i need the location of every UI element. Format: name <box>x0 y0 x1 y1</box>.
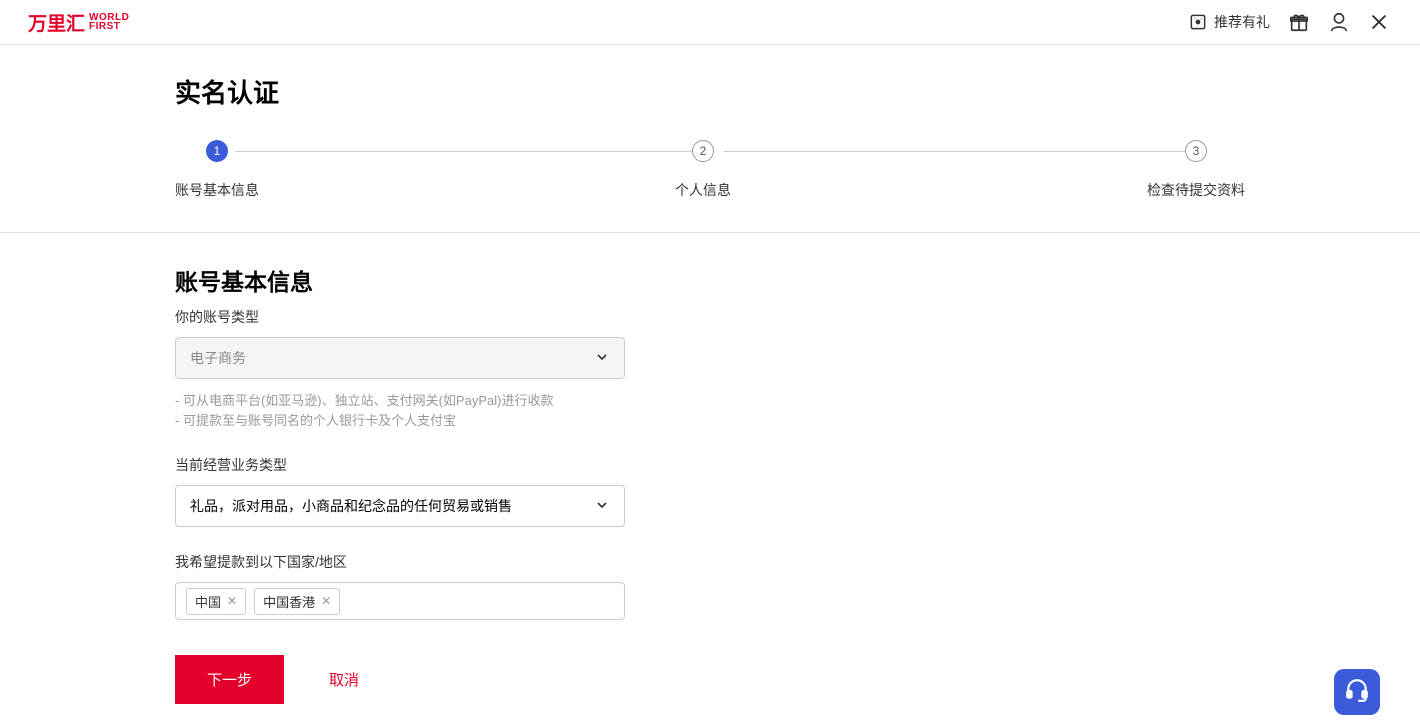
referral-link[interactable]: 推荐有礼 <box>1188 12 1270 32</box>
field-account-type: 你的账号类型 电子商务 - 可从电商平台(如亚马逊)、独立站、支付网关(如Pay… <box>175 307 800 430</box>
step-3: 3 检查待提交资料 <box>1147 140 1245 200</box>
step-circle-2: 2 <box>692 140 714 162</box>
cancel-button[interactable]: 取消 <box>329 669 359 690</box>
step-1: 1 账号基本信息 <box>175 140 259 200</box>
tag-label: 中国 <box>195 592 221 611</box>
headset-icon <box>1344 677 1370 708</box>
gift-icon[interactable] <box>1288 11 1310 33</box>
page-title: 实名认证 <box>175 73 1420 110</box>
button-row: 下一步 取消 <box>175 655 800 704</box>
withdraw-region-label: 我希望提款到以下国家/地区 <box>175 552 800 572</box>
step-label-2: 个人信息 <box>675 180 731 200</box>
logo-cn: 万里汇 <box>28 9 85 36</box>
field-business-type: 当前经营业务类型 礼品，派对用品，小商品和纪念品的任何贸易或销售 <box>175 455 800 527</box>
hint-line-2: - 可提款至与账号同名的个人银行卡及个人支付宝 <box>175 411 800 431</box>
tag-china: 中国 ✕ <box>186 588 246 615</box>
tag-hongkong: 中国香港 ✕ <box>254 588 340 615</box>
step-line-2 <box>724 151 1185 152</box>
step-label-3: 检查待提交资料 <box>1147 180 1245 200</box>
business-type-select[interactable]: 礼品，派对用品，小商品和纪念品的任何贸易或销售 <box>175 485 625 527</box>
chevron-down-icon <box>594 497 610 516</box>
tag-remove-icon[interactable]: ✕ <box>227 594 237 608</box>
user-icon[interactable] <box>1328 11 1350 33</box>
account-type-hints: - 可从电商平台(如亚马逊)、独立站、支付网关(如PayPal)进行收款 - 可… <box>175 391 800 430</box>
chevron-down-icon <box>594 349 610 368</box>
step-label-1: 账号基本信息 <box>175 180 259 200</box>
tag-label: 中国香港 <box>263 592 315 611</box>
step-circle-3: 3 <box>1185 140 1207 162</box>
form-container: 账号基本信息 你的账号类型 电子商务 - 可从电商平台(如亚马逊)、独立站、支付… <box>0 233 800 704</box>
field-withdraw-region: 我希望提款到以下国家/地区 中国 ✕ 中国香港 ✕ <box>175 552 800 620</box>
step-circle-1: 1 <box>206 140 228 162</box>
business-type-label: 当前经营业务类型 <box>175 455 800 475</box>
referral-label: 推荐有礼 <box>1214 12 1270 32</box>
step-line-1 <box>235 151 696 152</box>
stepper: 1 账号基本信息 2 个人信息 3 检查待提交资料 <box>0 140 1420 200</box>
account-type-value: 电子商务 <box>190 348 246 368</box>
header: 万里汇 WORLD FIRST 推荐有礼 <box>0 0 1420 45</box>
account-type-select[interactable]: 电子商务 <box>175 337 625 379</box>
help-bubble[interactable] <box>1334 669 1380 715</box>
next-button[interactable]: 下一步 <box>175 655 284 704</box>
logo-en: WORLD FIRST <box>89 13 129 31</box>
logo[interactable]: 万里汇 WORLD FIRST <box>28 9 129 36</box>
header-right: 推荐有礼 <box>1188 11 1390 33</box>
section-title: 账号基本信息 <box>175 263 800 297</box>
hint-line-1: - 可从电商平台(如亚马逊)、独立站、支付网关(如PayPal)进行收款 <box>175 391 800 411</box>
tag-remove-icon[interactable]: ✕ <box>321 594 331 608</box>
referral-icon <box>1188 12 1208 32</box>
step-2: 2 个人信息 <box>675 140 731 200</box>
account-type-label: 你的账号类型 <box>175 307 800 327</box>
withdraw-region-tags[interactable]: 中国 ✕ 中国香港 ✕ <box>175 582 625 620</box>
business-type-value: 礼品，派对用品，小商品和纪念品的任何贸易或销售 <box>190 496 512 516</box>
close-icon[interactable] <box>1368 11 1390 33</box>
